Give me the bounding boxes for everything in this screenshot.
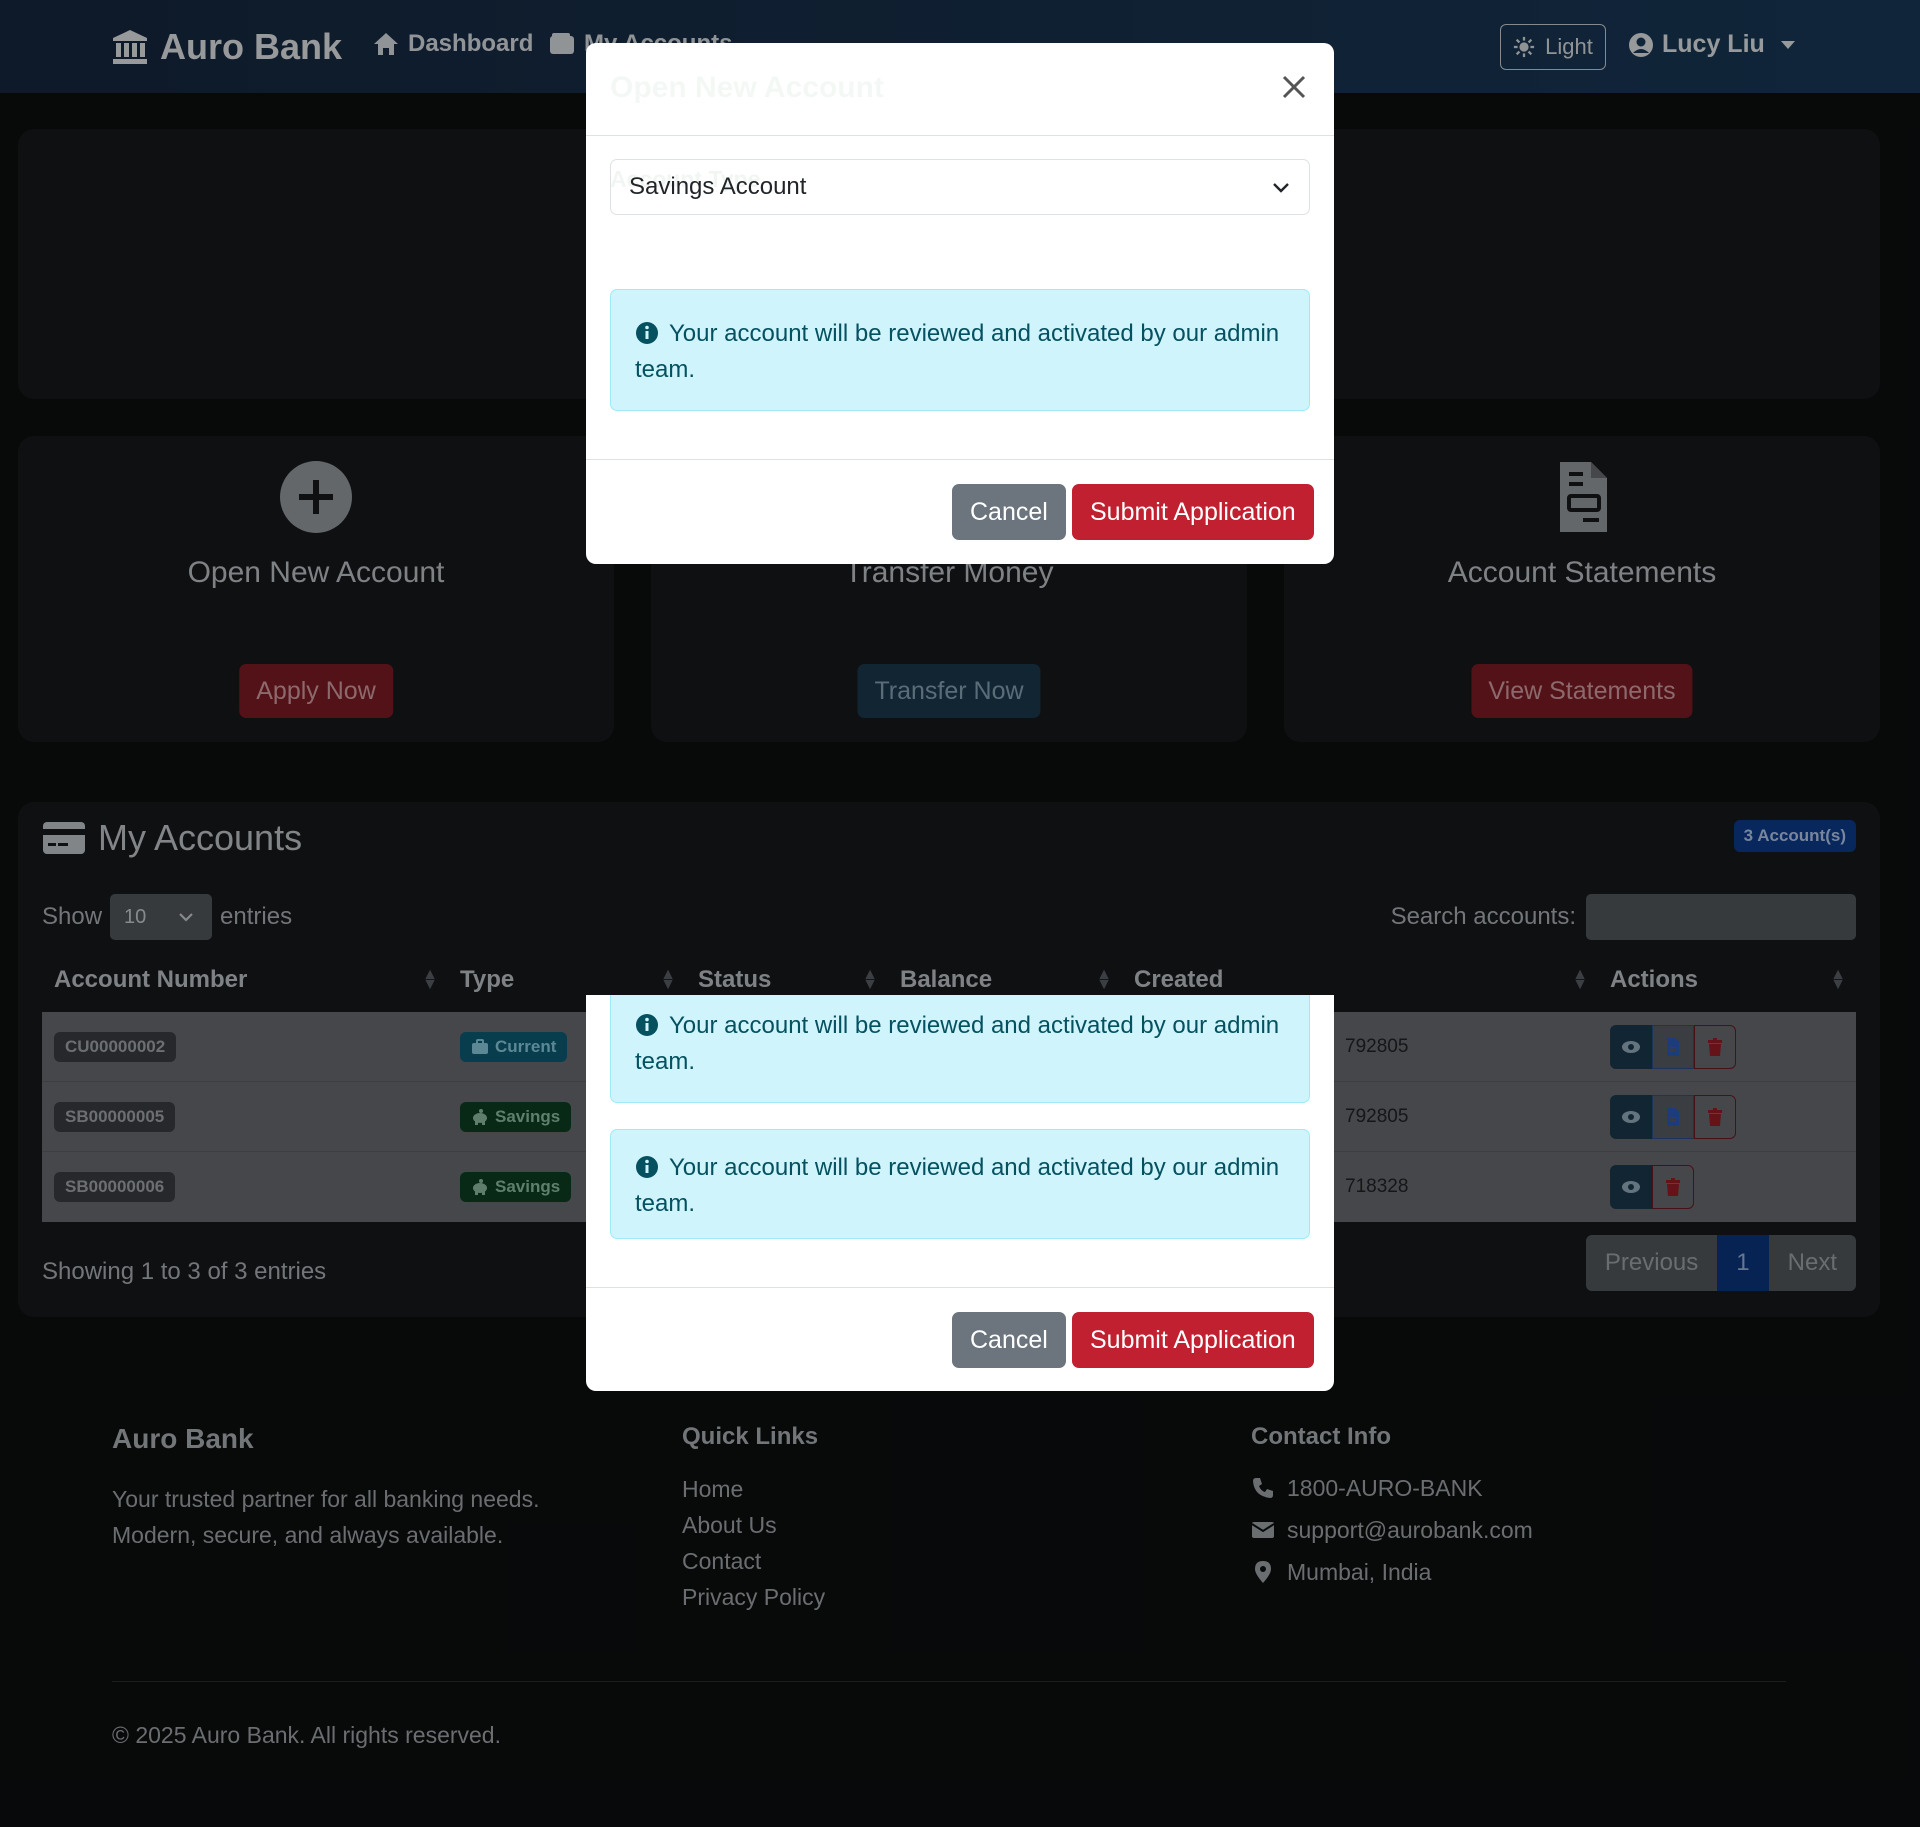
info-alert-text: Your account will be reviewed and activa… xyxy=(635,1154,1280,1217)
info-alert: Your account will be reviewed and activa… xyxy=(610,1129,1310,1239)
submit-application-button[interactable]: Submit Application xyxy=(1072,484,1314,540)
modal-footer: Cancel Submit Application xyxy=(586,1287,1334,1391)
info-alert: Your account will be reviewed and activa… xyxy=(610,289,1310,411)
cancel-button[interactable]: Cancel xyxy=(952,484,1066,540)
submit-application-button[interactable]: Submit Application xyxy=(1072,1312,1314,1368)
info-circle-icon xyxy=(636,322,658,344)
info-circle-icon xyxy=(636,1014,658,1036)
open-account-modal-duplicate: Your account will be reviewed and activa… xyxy=(586,995,1334,1391)
modal-header: Open New Account xyxy=(586,43,1334,136)
account-type-value: Savings Account xyxy=(629,173,807,200)
modal-footer: Cancel Submit Application xyxy=(586,459,1334,564)
info-alert-text: Your account will be reviewed and activa… xyxy=(635,320,1280,383)
account-type-select[interactable]: Savings Account xyxy=(610,159,1310,215)
cancel-button[interactable]: Cancel xyxy=(952,1312,1066,1368)
open-account-modal: Open New Account Account Type Savings Ac… xyxy=(586,43,1334,564)
info-alert: Your account will be reviewed and activa… xyxy=(610,995,1310,1103)
chevron-down-icon xyxy=(1273,183,1289,193)
modal-title: Open New Account xyxy=(610,71,884,104)
info-alert-text: Your account will be reviewed and activa… xyxy=(635,1012,1280,1075)
info-circle-icon xyxy=(636,1156,658,1178)
close-icon[interactable] xyxy=(1276,69,1312,105)
